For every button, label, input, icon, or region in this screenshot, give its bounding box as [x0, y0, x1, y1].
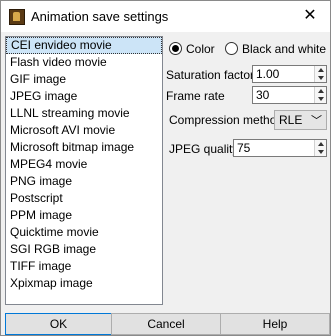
compression-value: RLE — [279, 113, 303, 127]
compression-select[interactable]: RLE ﹀ — [274, 110, 327, 130]
jpeg-quality-spinbox[interactable]: 75 — [233, 139, 327, 157]
saturation-label: Saturation factor — [166, 68, 255, 82]
cancel-button[interactable]: Cancel — [111, 313, 221, 335]
compression-label: Compression method — [169, 113, 284, 127]
spinner-arrows[interactable] — [314, 66, 326, 82]
arrow-down-icon[interactable] — [318, 150, 324, 154]
title-bar: Animation save settings ✕ — [1, 1, 330, 32]
frame-rate-spinbox[interactable]: 30 — [252, 86, 327, 104]
window-title: Animation save settings — [31, 9, 169, 24]
format-list-item[interactable]: Flash video movie — [6, 54, 162, 71]
arrow-up-icon[interactable] — [318, 142, 324, 146]
jpeg-quality-label: JPEG quality — [169, 142, 239, 156]
format-list-item[interactable]: JPEG image — [6, 88, 162, 105]
format-list-item[interactable]: PPM image — [6, 207, 162, 224]
app-icon — [9, 9, 25, 25]
dialog-window: Animation save settings ✕ CEI envideo mo… — [0, 0, 331, 336]
arrow-down-icon[interactable] — [318, 76, 324, 80]
format-list-item[interactable]: GIF image — [6, 71, 162, 88]
help-button[interactable]: Help — [220, 313, 330, 335]
chevron-down-icon[interactable]: ﹀ — [311, 112, 322, 128]
format-list-item[interactable]: Quicktime movie — [6, 224, 162, 241]
format-list[interactable]: CEI envideo movie Flash video movie GIF im… — [5, 36, 163, 305]
radio-unchecked-icon[interactable] — [225, 42, 238, 56]
format-list-item[interactable]: PNG image — [6, 173, 162, 190]
format-list-item[interactable]: LLNL streaming movie — [6, 105, 162, 122]
color-radio[interactable]: Color — [169, 41, 215, 57]
arrow-up-icon[interactable] — [318, 89, 324, 93]
format-list-item[interactable]: Xpixmap image — [6, 275, 162, 292]
format-list-item[interactable]: MPEG4 movie — [6, 156, 162, 173]
radio-checked-icon[interactable] — [169, 42, 182, 56]
format-list-item[interactable]: Microsoft AVI movie — [6, 122, 162, 139]
spinner-arrows[interactable] — [314, 140, 326, 156]
format-list-item[interactable]: SGI RGB image — [6, 241, 162, 258]
saturation-value[interactable]: 1.00 — [256, 67, 279, 81]
frame-rate-value[interactable]: 30 — [256, 88, 269, 102]
format-list-item[interactable]: Microsoft bitmap image — [6, 139, 162, 156]
saturation-spinbox[interactable]: 1.00 — [252, 65, 327, 83]
close-icon[interactable]: ✕ — [290, 1, 330, 32]
frame-rate-label: Frame rate — [166, 89, 225, 103]
color-label: Color — [186, 41, 215, 56]
format-list-item[interactable]: TIFF image — [6, 258, 162, 275]
jpeg-quality-value[interactable]: 75 — [237, 141, 250, 155]
black-white-radio[interactable]: Black and white — [225, 41, 326, 57]
spinner-arrows[interactable] — [314, 87, 326, 103]
arrow-down-icon[interactable] — [318, 97, 324, 101]
arrow-up-icon[interactable] — [318, 68, 324, 72]
format-list-item[interactable]: CEI envideo movie — [6, 37, 162, 54]
black-white-label: Black and white — [242, 41, 327, 56]
ok-button[interactable]: OK — [5, 313, 112, 335]
format-list-item[interactable]: Postscript — [6, 190, 162, 207]
